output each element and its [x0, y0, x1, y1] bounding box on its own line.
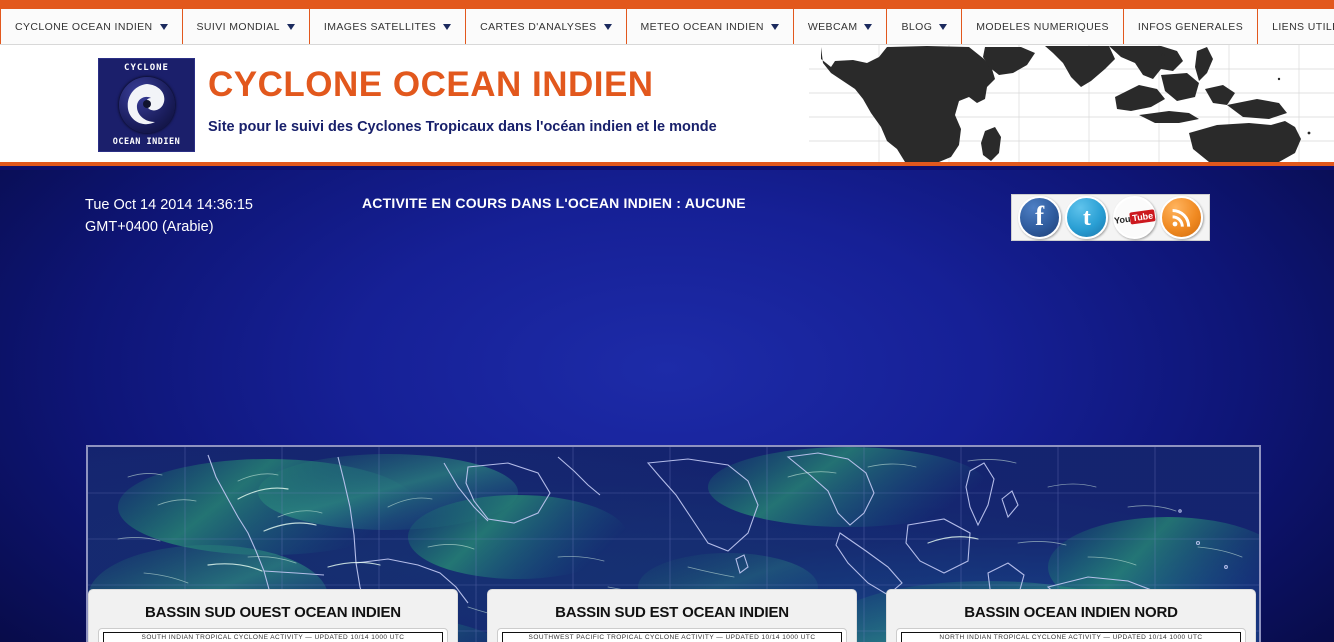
nav-item-blog[interactable]: BLOG [887, 9, 963, 44]
nav-item-liens-utiles[interactable]: LIENS UTILES [1258, 9, 1334, 44]
rss-icon[interactable] [1159, 196, 1203, 239]
site-header: CYCLONE OCEAN INDIEN CYCLONE OCEAN INDIE… [0, 45, 1334, 166]
youtube-wordmark: You Tube [1113, 208, 1156, 227]
basin-chart-wrapper: NORTH INDIAN TROPICAL CYCLONE ACTIVITY —… [896, 628, 1246, 642]
basin-chart[interactable]: SOUTH INDIAN TROPICAL CYCLONE ACTIVITY —… [103, 632, 443, 642]
nav-item-label: INFOS GENERALES [1137, 20, 1244, 33]
nav-item-label: SUIVI MONDIAL [196, 20, 280, 33]
chevron-down-icon [770, 23, 779, 30]
main-navigation: CYCLONE OCEAN INDIEN SUIVI MONDIAL IMAGE… [0, 9, 1334, 45]
nav-item-label: IMAGES SATELLITES [323, 20, 437, 33]
nav-item-label: MODELES NUMERIQUES [976, 20, 1109, 33]
basin-panel-southeast-indian[interactable]: BASSIN SUD EST OCEAN INDIEN SOUTHWEST PA… [487, 589, 857, 642]
basin-chart-wrapper: SOUTH INDIAN TROPICAL CYCLONE ACTIVITY —… [98, 628, 448, 642]
nav-item-label: METEO OCEAN INDIEN [640, 20, 764, 33]
page-subtitle: Site pour le suivi des Cyclones Tropicau… [208, 119, 717, 135]
datetime-display: Tue Oct 14 2014 14:36:15 GMT+0400 (Arabi… [85, 194, 253, 238]
rss-waves-icon [1172, 208, 1191, 227]
social-links-bar: f t You Tube [1011, 194, 1210, 241]
youtube-tube-text: Tube [1129, 208, 1156, 225]
site-logo[interactable]: CYCLONE OCEAN INDIEN [98, 58, 195, 152]
basin-chart[interactable]: SOUTHWEST PACIFIC TROPICAL CYCLONE ACTIV… [502, 632, 842, 642]
nav-item-label: LIENS UTILES [1272, 20, 1334, 33]
basin-panel-southwest-indian[interactable]: BASSIN SUD OUEST OCEAN INDIEN SOUTH INDI… [88, 589, 458, 642]
nav-item-webcam[interactable]: WEBCAM [793, 9, 888, 44]
nav-item-images-satellites[interactable]: IMAGES SATELLITES [309, 9, 467, 44]
top-accent-bar [0, 0, 1334, 9]
logo-bottom-text: OCEAN INDIEN [112, 137, 181, 147]
page-title: CYCLONE OCEAN INDIEN [208, 65, 654, 104]
datetime-line-1: Tue Oct 14 2014 14:36:15 [85, 197, 253, 213]
activity-status-banner: ACTIVITE EN COURS DANS L'OCEAN INDIEN : … [362, 195, 746, 211]
header-title-block: CYCLONE OCEAN INDIEN Site pour le suivi … [208, 65, 717, 135]
nav-item-label: BLOG [901, 20, 933, 33]
chevron-down-icon [286, 23, 295, 30]
nav-item-label: WEBCAM [807, 20, 858, 33]
youtube-icon[interactable]: You Tube [1112, 196, 1156, 239]
banner-world-map [809, 45, 1334, 162]
nav-item-label: CYCLONE OCEAN INDIEN [15, 20, 153, 33]
basin-chart[interactable]: NORTH INDIAN TROPICAL CYCLONE ACTIVITY —… [901, 632, 1241, 642]
nav-item-label: CARTES D'ANALYSES [480, 20, 597, 33]
chevron-down-icon [603, 23, 612, 30]
chevron-down-icon [443, 23, 452, 30]
nav-item-meteo-ocean-indien[interactable]: METEO OCEAN INDIEN [626, 9, 794, 44]
datetime-line-2: GMT+0400 (Arabie) [85, 219, 214, 235]
chevron-down-icon [939, 23, 948, 30]
basin-chart-wrapper: SOUTHWEST PACIFIC TROPICAL CYCLONE ACTIV… [497, 628, 847, 642]
cyclone-swirl-icon [118, 77, 175, 133]
nav-item-cyclone-ocean-indien[interactable]: CYCLONE OCEAN INDIEN [0, 9, 183, 44]
basin-chart-caption: NORTH INDIAN TROPICAL CYCLONE ACTIVITY —… [939, 634, 1203, 641]
facebook-icon[interactable]: f [1018, 196, 1062, 239]
nav-item-modeles-numeriques[interactable]: MODELES NUMERIQUES [962, 9, 1124, 44]
basin-chart-caption: SOUTH INDIAN TROPICAL CYCLONE ACTIVITY —… [141, 634, 405, 641]
youtube-you-text: You [1113, 213, 1131, 226]
twitter-glyph: t [1082, 204, 1091, 231]
chevron-down-icon [159, 23, 168, 30]
facebook-glyph: f [1035, 201, 1045, 231]
basin-chart-caption: SOUTHWEST PACIFIC TROPICAL CYCLONE ACTIV… [528, 634, 816, 641]
basin-panel-title: BASSIN OCEAN INDIEN NORD [964, 604, 1178, 621]
twitter-icon[interactable]: t [1065, 196, 1109, 239]
basin-panel-north-indian[interactable]: BASSIN OCEAN INDIEN NORD NORTH INDIAN TR… [886, 589, 1256, 642]
basin-panel-title: BASSIN SUD EST OCEAN INDIEN [555, 604, 789, 621]
logo-top-text: CYCLONE [124, 63, 169, 73]
basin-panel-title: BASSIN SUD OUEST OCEAN INDIEN [145, 604, 401, 621]
nav-item-cartes-danalyses[interactable]: CARTES D'ANALYSES [466, 9, 627, 44]
nav-item-suivi-mondial[interactable]: SUIVI MONDIAL [182, 9, 310, 44]
chevron-down-icon [864, 23, 873, 30]
nav-item-infos-generales[interactable]: INFOS GENERALES [1123, 9, 1259, 44]
